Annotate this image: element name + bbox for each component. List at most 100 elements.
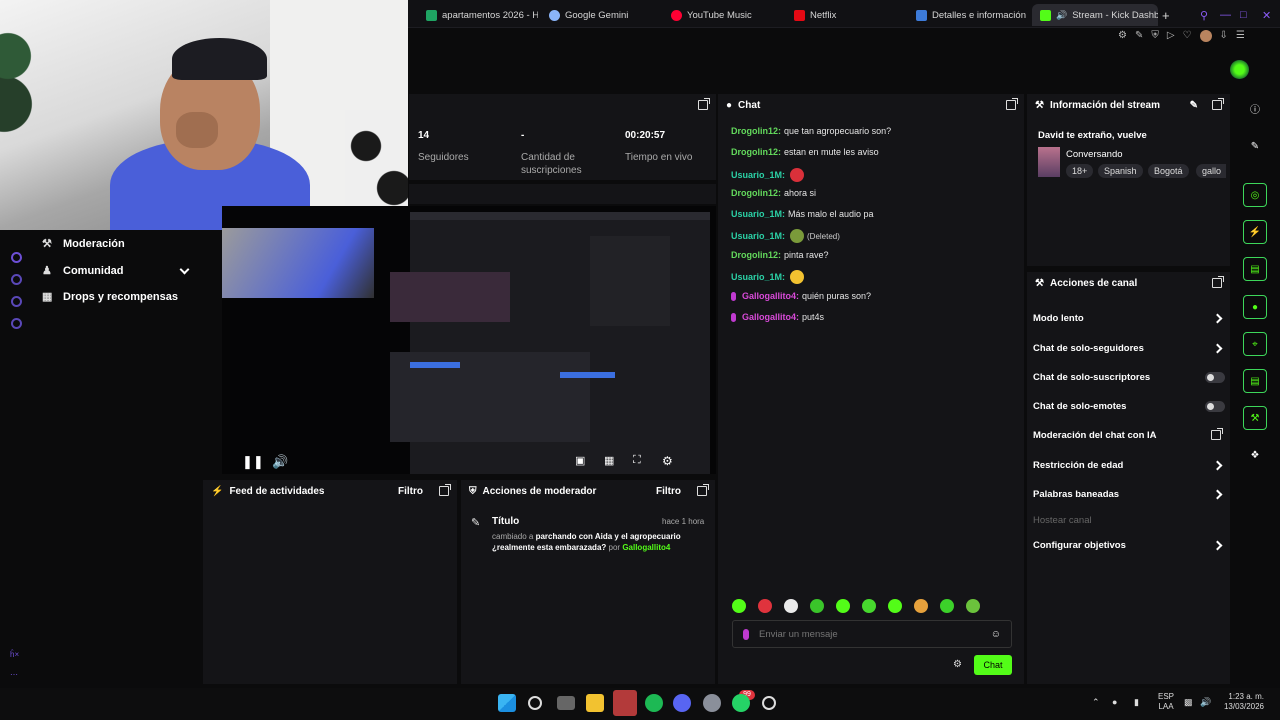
chat-username[interactable]: Usuario_1M: bbox=[731, 272, 785, 282]
tab-apartamentos[interactable]: apartamentos 2026 - Ho bbox=[426, 4, 538, 26]
popout-icon[interactable] bbox=[1006, 98, 1018, 110]
pin-icon[interactable]: ⚙ bbox=[1118, 30, 1127, 42]
emote-icon[interactable] bbox=[888, 599, 902, 613]
minimize-icon[interactable]: — bbox=[1220, 4, 1231, 26]
pencil-icon[interactable]: ✎ bbox=[1243, 134, 1267, 158]
shield-icon[interactable]: ⛨ bbox=[1151, 30, 1159, 42]
pause-icon[interactable]: ❚❚ bbox=[242, 454, 264, 470]
edit-icon[interactable]: ✎ bbox=[1190, 100, 1198, 111]
chat-settings-icon[interactable]: ⚙ bbox=[953, 659, 962, 670]
toggle-switch[interactable] bbox=[1205, 371, 1225, 383]
emote-icon[interactable] bbox=[836, 599, 850, 613]
broadcast-icon[interactable]: ⌖ bbox=[1243, 332, 1267, 356]
emote-icon[interactable] bbox=[914, 599, 928, 613]
target-icon[interactable]: ◎ bbox=[1243, 183, 1267, 207]
emote-icon[interactable] bbox=[732, 599, 746, 613]
tray-app-icon[interactable]: ● bbox=[1112, 697, 1117, 707]
channel-action-row[interactable]: Chat de solo-suscriptores bbox=[1033, 370, 1225, 384]
popout-icon[interactable] bbox=[1212, 98, 1224, 110]
volume-icon[interactable]: 🔊 bbox=[272, 454, 288, 470]
chat-username[interactable]: Drogolin12: bbox=[731, 250, 781, 260]
user-avatar[interactable] bbox=[1230, 60, 1249, 79]
chat-bubble-icon[interactable] bbox=[11, 296, 22, 307]
settings-gear-icon[interactable]: ⚙ bbox=[662, 454, 673, 468]
emote-icon[interactable] bbox=[862, 599, 876, 613]
theater-icon[interactable]: ▦ bbox=[604, 454, 614, 467]
channel-action-row[interactable]: Palabras baneadas bbox=[1033, 487, 1225, 501]
settings-app-icon[interactable] bbox=[703, 694, 721, 712]
sidebar-item-drops[interactable]: ▦ Drops y recompensas bbox=[42, 291, 178, 303]
tools-icon[interactable]: ⚒ bbox=[1243, 406, 1267, 430]
settings-icon[interactable] bbox=[11, 318, 22, 329]
sidebar-circle-icon[interactable] bbox=[11, 252, 22, 263]
emote-icon[interactable] bbox=[966, 599, 980, 613]
popout-icon[interactable] bbox=[439, 484, 451, 496]
info-icon[interactable]: ⓘ bbox=[1243, 96, 1267, 120]
windows-start-icon[interactable] bbox=[498, 694, 516, 712]
tab-youtube-music[interactable]: YouTube Music bbox=[671, 4, 771, 26]
chat-icon[interactable]: ● bbox=[1243, 295, 1267, 319]
download-icon[interactable]: ⇩ bbox=[1220, 30, 1228, 42]
close-icon[interactable]: ✕ bbox=[1262, 4, 1271, 26]
layout-icon[interactable]: ▤ bbox=[1243, 369, 1267, 393]
chat-username[interactable]: Drogolin12: bbox=[731, 188, 781, 198]
tray-mic-icon[interactable]: ▮ bbox=[1134, 697, 1139, 708]
app-red-icon[interactable] bbox=[613, 690, 637, 716]
tab-netflix[interactable]: Netflix bbox=[794, 4, 874, 26]
play-icon[interactable]: ▷ bbox=[1167, 30, 1175, 42]
emote-icon[interactable] bbox=[784, 599, 798, 613]
maximize-icon[interactable]: □ bbox=[1240, 4, 1247, 26]
chat-username[interactable]: Drogolin12: bbox=[731, 147, 781, 157]
clock[interactable]: 1:23 a. m. 13/03/2026 bbox=[1218, 692, 1264, 712]
stream-preview[interactable] bbox=[222, 206, 716, 474]
chat-input[interactable] bbox=[759, 628, 981, 640]
tab-kick-dashboard[interactable]: 🔊Stream - Kick Dashboa bbox=[1032, 4, 1158, 26]
volume-tray-icon[interactable]: 🔊 bbox=[1200, 697, 1211, 708]
chat-username[interactable]: Usuario_1M: bbox=[731, 231, 785, 241]
chat-input-box[interactable]: ☺ bbox=[732, 620, 1012, 648]
pip-icon[interactable]: ▣ bbox=[575, 454, 585, 467]
channel-action-row[interactable]: Modo lento bbox=[1033, 311, 1225, 325]
more-icon[interactable]: ⋯ bbox=[10, 670, 18, 679]
chat-username[interactable]: Usuario_1M: bbox=[731, 170, 785, 180]
heart-icon[interactable]: ♡ bbox=[1183, 30, 1192, 42]
channel-action-row[interactable]: Configurar objetivos bbox=[1033, 538, 1225, 552]
tab-detalles[interactable]: Detalles e información de bbox=[916, 4, 1028, 26]
apps-icon[interactable]: ❖ bbox=[1243, 443, 1267, 467]
channel-action-row[interactable]: Moderación del chat con IA bbox=[1033, 428, 1225, 442]
chrome-icon[interactable] bbox=[762, 696, 776, 710]
fullscreen-icon[interactable]: ⛶ bbox=[633, 454, 641, 467]
toggle-switch[interactable] bbox=[1205, 400, 1225, 412]
file-explorer-icon[interactable] bbox=[586, 694, 604, 712]
sidebar-item-moderacion[interactable]: ⚒ Moderación bbox=[42, 238, 125, 250]
sidebar-item-comunidad[interactable]: ♟ Comunidad bbox=[42, 264, 190, 277]
chat-username[interactable]: Gallogallito4: bbox=[742, 312, 799, 322]
profile-avatar-icon[interactable] bbox=[1199, 30, 1212, 42]
popout-icon[interactable] bbox=[1212, 276, 1224, 288]
popout-icon[interactable] bbox=[697, 484, 709, 496]
discord-icon[interactable] bbox=[673, 694, 691, 712]
language-indicator[interactable]: ESP LAA bbox=[1158, 692, 1174, 712]
chat-username[interactable]: Gallogallito4: bbox=[742, 291, 799, 301]
search-icon[interactable] bbox=[528, 696, 542, 710]
chat-send-button[interactable]: Chat bbox=[974, 655, 1012, 675]
search-tabs-icon[interactable]: ⚲ bbox=[1200, 4, 1208, 26]
chat-username[interactable]: Usuario_1M: bbox=[731, 209, 785, 219]
emote-icon[interactable] bbox=[940, 599, 954, 613]
edit-icon[interactable]: ✎ bbox=[1135, 30, 1143, 42]
clipboard-icon[interactable]: ▤ bbox=[1243, 257, 1267, 281]
whatsapp-icon[interactable] bbox=[732, 694, 750, 712]
tray-chevron-icon[interactable]: ⌃ bbox=[1092, 697, 1100, 708]
emoji-icon[interactable]: ☺ bbox=[991, 629, 1001, 640]
activity-filter-button[interactable]: Filtro bbox=[398, 486, 423, 497]
popout-icon[interactable] bbox=[698, 98, 710, 110]
lightning-icon[interactable]: ⚡ bbox=[1243, 220, 1267, 244]
emote-icon[interactable] bbox=[758, 599, 772, 613]
emote-icon[interactable] bbox=[810, 599, 824, 613]
mod-filter-button[interactable]: Filtro bbox=[656, 486, 681, 497]
new-tab-button[interactable]: + bbox=[1162, 4, 1174, 26]
channel-action-row[interactable]: Restricción de edad bbox=[1033, 458, 1225, 472]
tab-gemini[interactable]: Google Gemini bbox=[549, 4, 649, 26]
channel-action-row[interactable]: Chat de solo-emotes bbox=[1033, 399, 1225, 413]
spotify-icon[interactable] bbox=[645, 694, 663, 712]
